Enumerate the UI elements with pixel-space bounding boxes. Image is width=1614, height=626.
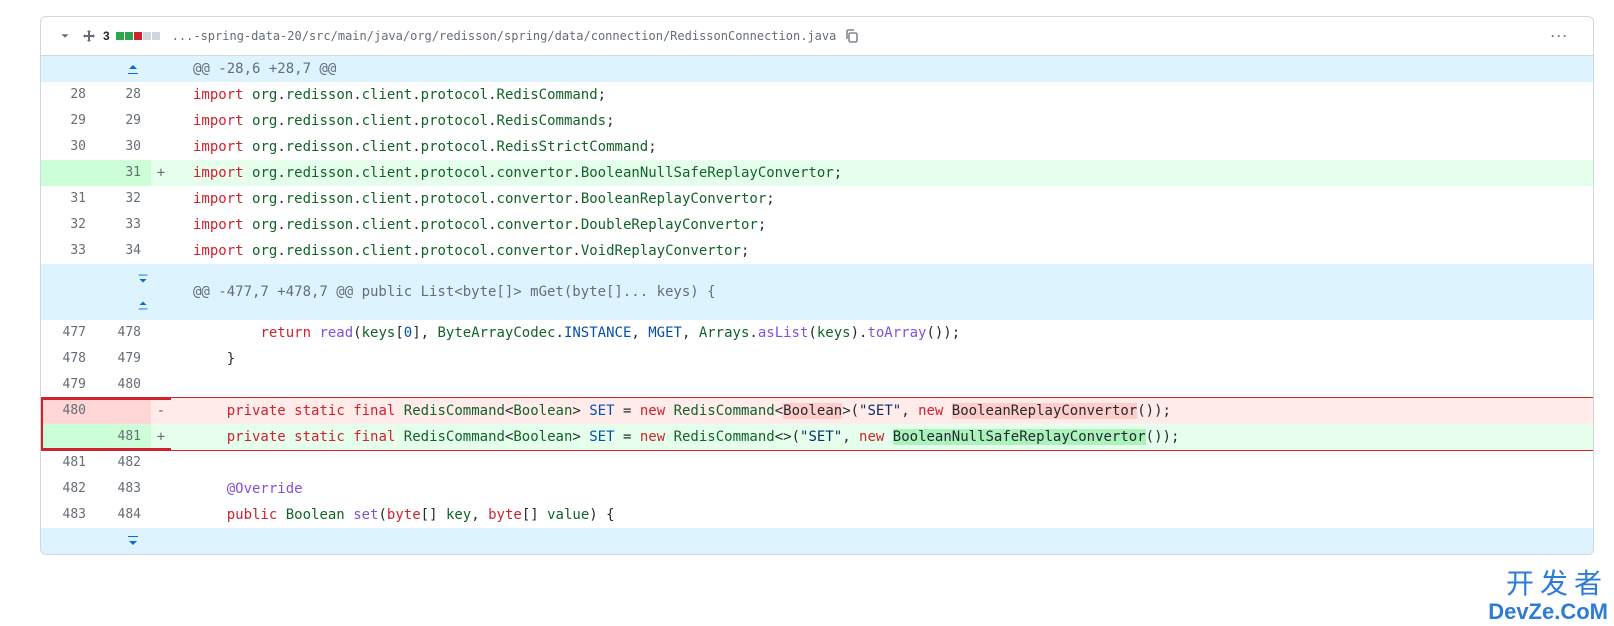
code-line[interactable]: import org.redisson.client.protocol.Redi… xyxy=(171,134,1593,160)
diff-line: 3233 import org.redisson.client.protocol… xyxy=(41,212,1593,238)
code-line[interactable]: private static final RedisCommand<Boolea… xyxy=(171,424,1593,450)
highlighted-changes: 480- private static final RedisCommand<B… xyxy=(41,398,1593,450)
expand-row[interactable] xyxy=(41,528,1593,554)
diff-line: 481482 xyxy=(41,450,1593,476)
code-line[interactable] xyxy=(171,450,1593,476)
code-line[interactable]: import org.redisson.client.protocol.conv… xyxy=(171,238,1593,264)
file-path[interactable]: ...-spring-data-20/src/main/java/org/red… xyxy=(172,29,837,43)
kebab-menu-icon[interactable]: ··· xyxy=(1543,25,1577,47)
code-line[interactable] xyxy=(171,372,1593,398)
expand-icon[interactable] xyxy=(81,28,97,44)
diff-line: 2828 import org.redisson.client.protocol… xyxy=(41,82,1593,108)
changes-count: 3 xyxy=(103,29,110,43)
code-line[interactable]: import org.redisson.client.protocol.Redi… xyxy=(171,108,1593,134)
expand-row[interactable]: @@ -28,6 +28,7 @@ xyxy=(41,56,1593,82)
diff-line: 3030 import org.redisson.client.protocol… xyxy=(41,134,1593,160)
diff-file-container: 3 ...-spring-data-20/src/main/java/org/r… xyxy=(40,16,1594,555)
diffstat-blocks xyxy=(116,32,160,40)
expand-row[interactable]: @@ -477,7 +478,7 @@ public List<byte[]> … xyxy=(41,264,1593,320)
diff-line: 478479 } xyxy=(41,346,1593,372)
code-line[interactable]: import org.redisson.client.protocol.conv… xyxy=(171,186,1593,212)
diff-line: 479480 xyxy=(41,372,1593,398)
code-line[interactable]: } xyxy=(171,346,1593,372)
code-line[interactable]: import org.redisson.client.protocol.conv… xyxy=(171,212,1593,238)
expand-up-icon xyxy=(135,298,151,312)
expand-down-icon xyxy=(135,272,151,286)
copy-icon[interactable] xyxy=(844,28,860,44)
diff-line-added: 481+ private static final RedisCommand<B… xyxy=(41,424,1593,450)
code-line[interactable]: return read(keys[0], ByteArrayCodec.INST… xyxy=(171,320,1593,346)
hunk-header: @@ -28,6 +28,7 @@ xyxy=(171,56,1593,82)
code-line[interactable]: public Boolean set(byte[] key, byte[] va… xyxy=(171,502,1593,528)
file-header: 3 ...-spring-data-20/src/main/java/org/r… xyxy=(41,17,1593,56)
watermark: 开发者 DevZe.CoM xyxy=(1488,569,1608,624)
code-line[interactable]: private static final RedisCommand<Boolea… xyxy=(171,398,1593,424)
diff-line: 477478 return read(keys[0], ByteArrayCod… xyxy=(41,320,1593,346)
diff-line-deleted: 480- private static final RedisCommand<B… xyxy=(41,398,1593,424)
code-line[interactable]: import org.redisson.client.protocol.Redi… xyxy=(171,82,1593,108)
diff-line: 483484 public Boolean set(byte[] key, by… xyxy=(41,502,1593,528)
diff-table: @@ -28,6 +28,7 @@ 2828 import org.rediss… xyxy=(41,56,1593,398)
diff-line: 2929 import org.redisson.client.protocol… xyxy=(41,108,1593,134)
chevron-down-icon[interactable] xyxy=(57,28,73,44)
diff-line: 482483 @Override xyxy=(41,476,1593,502)
hunk-header: @@ -477,7 +478,7 @@ public List<byte[]> … xyxy=(171,264,1593,320)
code-line[interactable]: import org.redisson.client.protocol.conv… xyxy=(171,160,1593,186)
expand-up-icon xyxy=(125,61,141,77)
diff-line: 3334 import org.redisson.client.protocol… xyxy=(41,238,1593,264)
diff-line: 3132 import org.redisson.client.protocol… xyxy=(41,186,1593,212)
code-line[interactable]: @Override xyxy=(171,476,1593,502)
expand-down-icon xyxy=(125,533,141,549)
diff-line-added: 31+ import org.redisson.client.protocol.… xyxy=(41,160,1593,186)
